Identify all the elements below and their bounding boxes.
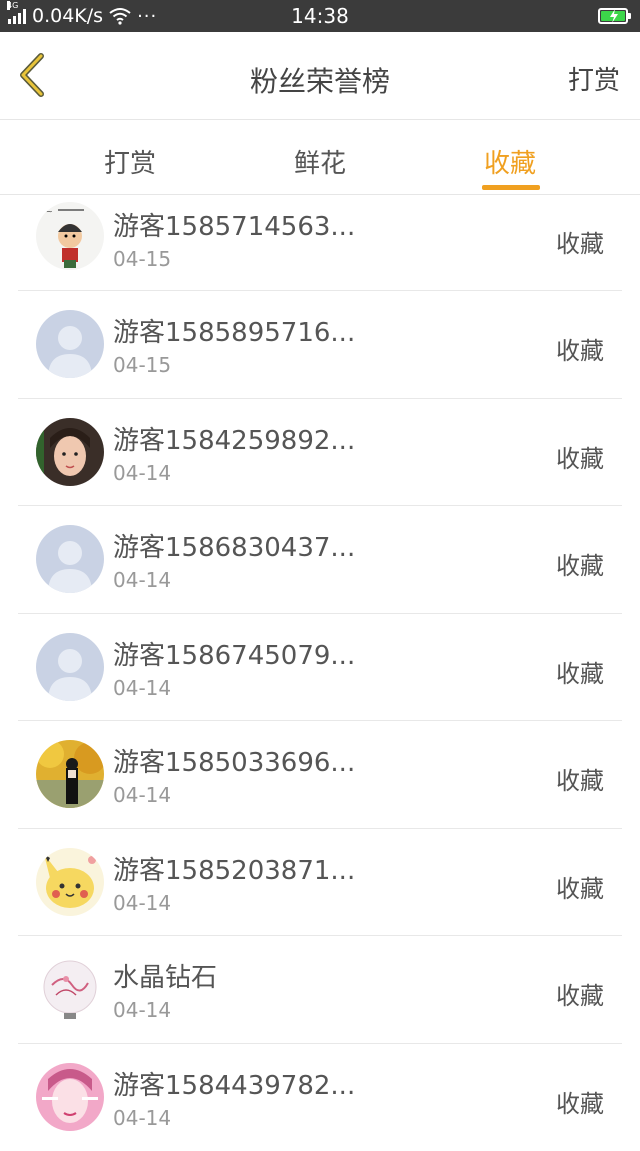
active-tab-indicator <box>482 185 540 190</box>
reward-button[interactable]: 打赏 <box>568 60 620 97</box>
status-time: 14:38 <box>0 4 640 28</box>
page-title: 粉丝荣誉榜 <box>0 60 640 100</box>
date-label: 04-14 <box>113 1106 171 1130</box>
list-item[interactable]: 游客1584259892... 04-14 收藏 <box>0 399 640 507</box>
default-avatar <box>36 310 104 378</box>
user-name: 水晶钻石 <box>113 957 217 994</box>
date-label: 04-15 <box>113 247 171 271</box>
date-label: 04-14 <box>113 568 171 592</box>
favorite-label: 收藏 <box>556 761 604 796</box>
user-name: 游客1585714563... <box>113 206 355 243</box>
cartoon-boy-avatar: ~ <box>36 202 104 270</box>
user-name: 游客1584439782... <box>113 1065 355 1102</box>
fan-list: ~ 游客1585714563... 04-15 收藏 游客1585895716.… <box>0 196 640 1151</box>
list-item[interactable]: 游客1585033696... 04-14 收藏 <box>0 721 640 829</box>
date-label: 04-14 <box>113 461 171 485</box>
tab-reward[interactable]: 打赏 <box>80 143 180 180</box>
favorite-label: 收藏 <box>556 331 604 366</box>
user-name: 游客1585203871... <box>113 850 355 887</box>
list-item[interactable]: ~ 游客1585714563... 04-15 收藏 <box>0 196 640 291</box>
favorite-label: 收藏 <box>556 976 604 1011</box>
list-item[interactable]: 游客1584439782... 04-14 收藏 <box>0 1044 640 1151</box>
favorite-label: 收藏 <box>556 224 604 259</box>
battery-icon <box>598 8 628 24</box>
favorite-label: 收藏 <box>556 1084 604 1119</box>
list-item[interactable]: 水晶钻石 04-14 收藏 <box>0 936 640 1044</box>
status-bar: 4G 0.04K/s ··· 14:38 <box>0 0 640 32</box>
list-item[interactable]: 游客1586830437... 04-14 收藏 <box>0 506 640 614</box>
list-item[interactable]: 游客1586745079... 04-14 收藏 <box>0 614 640 722</box>
favorite-label: 收藏 <box>556 869 604 904</box>
charging-bolt-icon <box>609 9 619 23</box>
pikachu-avatar <box>36 848 104 916</box>
favorite-label: 收藏 <box>556 439 604 474</box>
autumn-photo-avatar <box>36 740 104 808</box>
svg-text:~: ~ <box>46 207 53 216</box>
crystal-ball-avatar <box>36 955 104 1023</box>
user-name: 游客1586745079... <box>113 635 355 672</box>
tab-bar: 打赏 鲜花 收藏 <box>0 121 640 195</box>
list-item[interactable]: 游客1585203871... 04-14 收藏 <box>0 829 640 937</box>
date-label: 04-14 <box>113 998 171 1022</box>
date-label: 04-15 <box>113 353 171 377</box>
user-name: 游客1586830437... <box>113 527 355 564</box>
default-avatar <box>36 525 104 593</box>
list-item[interactable]: 游客1585895716... 04-15 收藏 <box>0 291 640 399</box>
user-name: 游客1585895716... <box>113 312 355 349</box>
default-avatar <box>36 633 104 701</box>
tab-flowers[interactable]: 鲜花 <box>270 143 370 180</box>
user-name: 游客1584259892... <box>113 420 355 457</box>
favorite-label: 收藏 <box>556 546 604 581</box>
tab-favorites[interactable]: 收藏 <box>460 143 560 180</box>
girl-photo-avatar <box>36 418 104 486</box>
date-label: 04-14 <box>113 676 171 700</box>
date-label: 04-14 <box>113 891 171 915</box>
pink-photo-avatar <box>36 1063 104 1131</box>
favorite-label: 收藏 <box>556 654 604 689</box>
navigation-header: 粉丝荣誉榜 打赏 <box>0 32 640 120</box>
date-label: 04-14 <box>113 783 171 807</box>
user-name: 游客1585033696... <box>113 742 355 779</box>
